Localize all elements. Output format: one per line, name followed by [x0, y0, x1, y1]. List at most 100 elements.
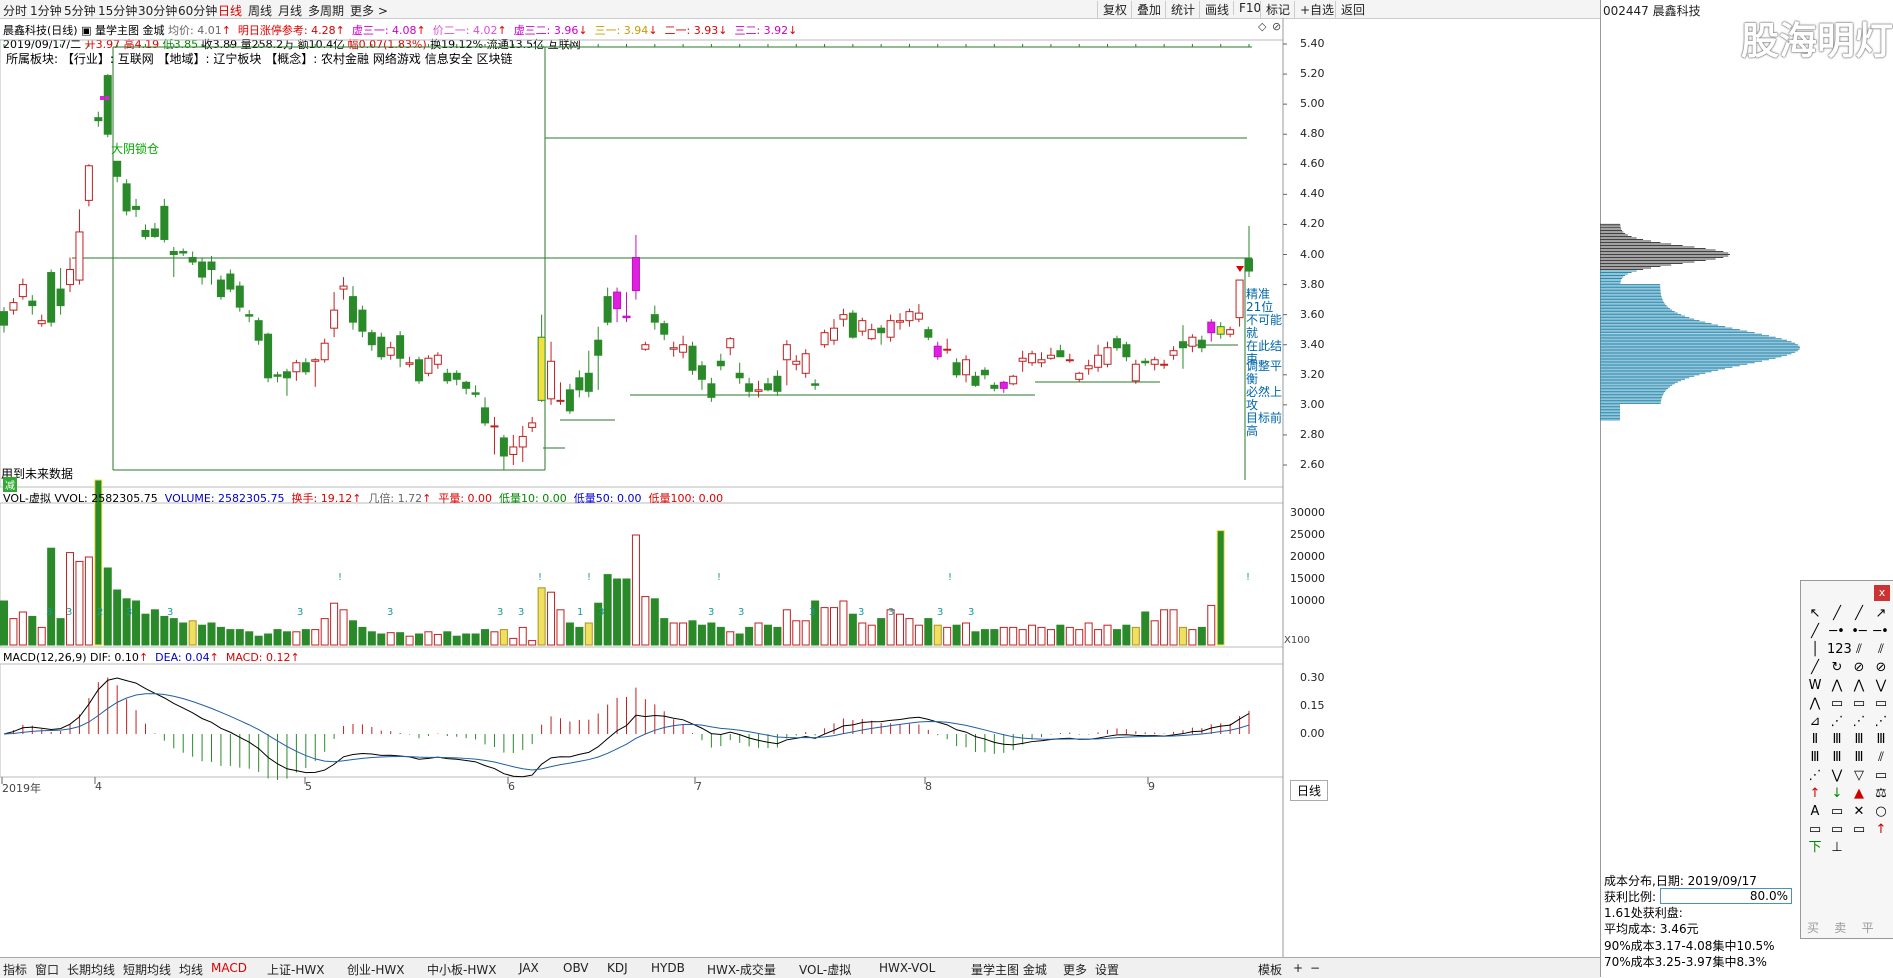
- buy-button[interactable]: 买: [1807, 921, 1819, 935]
- indicator-tab[interactable]: HWX-成交量: [707, 961, 776, 978]
- drawing-tool-icon[interactable]: ─•: [1871, 623, 1891, 641]
- candle: [1226, 329, 1235, 335]
- drawing-tool-icon[interactable]: ↑: [1871, 821, 1891, 839]
- indicator-tab[interactable]: OBV: [563, 961, 589, 975]
- template-button[interactable]: 模板: [1258, 961, 1282, 978]
- indicator-tab[interactable]: 窗口: [35, 961, 59, 978]
- drawing-tool-icon[interactable]: ╱: [1849, 605, 1869, 623]
- volume-bar: [273, 629, 282, 646]
- drawing-tool-icon[interactable]: ╱: [1805, 659, 1825, 677]
- candle: [1112, 338, 1121, 349]
- drawing-tool-icon[interactable]: ↑: [1805, 785, 1825, 803]
- drawing-tool-icon[interactable]: ⋰: [1849, 713, 1869, 731]
- indicator-tab[interactable]: MACD: [211, 961, 247, 975]
- candle: [1216, 326, 1225, 335]
- drawing-tool-icon[interactable]: ▭: [1849, 695, 1869, 713]
- drawing-tool-icon[interactable]: ○: [1871, 803, 1891, 821]
- drawing-tool-icon[interactable]: W: [1805, 677, 1825, 695]
- cost-70: 70%成本3.25-3.97集中8.3%: [1604, 955, 1767, 969]
- drawing-tool-icon[interactable]: ▭: [1827, 821, 1847, 839]
- drawing-tool-icon[interactable]: 123: [1827, 641, 1852, 659]
- drawing-tool-icon[interactable]: ↻: [1827, 659, 1847, 677]
- drawing-tool-icon[interactable]: ⊥: [1827, 839, 1847, 857]
- drawing-tool-icon[interactable]: ╱: [1827, 605, 1847, 623]
- candle: [933, 345, 942, 358]
- drawing-tool-icon[interactable]: ↖: [1805, 605, 1825, 623]
- drawing-tool-icon[interactable]: ─•: [1827, 623, 1847, 641]
- drawing-tool-icon[interactable]: ▽: [1849, 767, 1869, 785]
- indicator-tab[interactable]: 上证-HWX: [267, 961, 324, 978]
- volume-bar: [358, 626, 367, 646]
- drawing-tool-icon[interactable]: ▭: [1827, 803, 1847, 821]
- drawing-tool-icon[interactable]: Ⅲ: [1849, 749, 1869, 767]
- drawing-tool-icon[interactable]: ⋀: [1827, 677, 1847, 695]
- indicator-tab[interactable]: KDJ: [607, 961, 628, 975]
- drawing-tool-icon[interactable]: ⫽: [1871, 749, 1891, 767]
- drawing-tool-icon[interactable]: •─: [1849, 623, 1869, 641]
- drawing-tool-icon[interactable]: ⋀: [1805, 695, 1825, 713]
- price-tick-label: 3.80: [1300, 277, 1325, 291]
- indicator-tab[interactable]: HWX-VOL: [879, 961, 935, 975]
- chart-area[interactable]: 3 3 2 3 3 3! 3 3 3! 1! 3 3! 3 3 3 3 3! 3!: [0, 0, 1600, 957]
- indicator-tab[interactable]: 短期均线: [123, 961, 171, 978]
- drawing-tool-icon[interactable]: Ⅲ: [1871, 731, 1891, 749]
- volume-bar: [282, 631, 291, 646]
- toolbox-close-button[interactable]: x: [1874, 585, 1890, 601]
- drawing-tool-icon[interactable]: ▭: [1871, 767, 1891, 785]
- drawing-tool-icon[interactable]: ⋁: [1871, 677, 1891, 695]
- volume-value: VOLUME: 2582305.75: [164, 492, 285, 505]
- drawing-tool-icon[interactable]: ╱: [1805, 623, 1825, 641]
- indicator-tab[interactable]: 设置: [1095, 961, 1119, 978]
- add-pane-icon[interactable]: +: [1293, 961, 1303, 975]
- volume-bar: [254, 635, 263, 646]
- drawing-tool-icon[interactable]: Ⅲ: [1827, 731, 1847, 749]
- indicator-tab[interactable]: 长期均线: [67, 961, 115, 978]
- drawing-tool-icon[interactable]: ⊘: [1849, 659, 1869, 677]
- drawing-tool-icon[interactable]: ⚖: [1871, 785, 1891, 803]
- drawing-tool-icon[interactable]: │: [1805, 641, 1825, 659]
- price-tick-label: 3.20: [1300, 367, 1325, 381]
- period-label[interactable]: 日线: [1290, 780, 1329, 801]
- drawing-tool-icon[interactable]: 下: [1805, 839, 1825, 857]
- flat-button[interactable]: 平: [1862, 921, 1874, 935]
- indicator-tab[interactable]: HYDB: [651, 961, 685, 975]
- drawing-tool-icon[interactable]: ▭: [1827, 695, 1847, 713]
- indicator-tab[interactable]: JAX: [519, 961, 539, 975]
- drawing-tool-icon[interactable]: ⊿: [1805, 713, 1825, 731]
- drawing-tool-icon[interactable]: A: [1805, 803, 1825, 821]
- drawing-tool-icon[interactable]: ⊘: [1871, 659, 1891, 677]
- remove-pane-icon[interactable]: −: [1310, 961, 1320, 975]
- candle: [330, 309, 339, 329]
- drawing-tool-icon[interactable]: ✕: [1849, 803, 1869, 821]
- indicator-tab[interactable]: 指标: [3, 961, 27, 978]
- drawing-tool-icon[interactable]: ⋰: [1805, 767, 1825, 785]
- indicator-tab[interactable]: 均线: [179, 961, 203, 978]
- drawing-tool-icon[interactable]: ↗: [1871, 605, 1891, 623]
- drawing-tool-icon[interactable]: ▭: [1871, 695, 1891, 713]
- drawing-tool-icon[interactable]: Ⅲ: [1827, 749, 1847, 767]
- candle: [75, 231, 84, 281]
- drawing-tool-icon[interactable]: ⋰: [1827, 713, 1847, 731]
- drawing-tool-icon[interactable]: ▲: [1849, 785, 1869, 803]
- indicator-tab[interactable]: 更多: [1063, 961, 1087, 978]
- indicator-tab[interactable]: 创业-HWX: [347, 961, 404, 978]
- drawing-tool-icon[interactable]: Ⅲ: [1849, 731, 1869, 749]
- sell-button[interactable]: 卖: [1834, 921, 1846, 935]
- drawing-tool-icon[interactable]: ⋁: [1827, 767, 1847, 785]
- indicator-tab[interactable]: 量学主图 金城: [971, 961, 1047, 978]
- drawing-tool-icon[interactable]: ⫽: [1871, 641, 1891, 659]
- drawing-tool-icon[interactable]: Ⅲ: [1805, 749, 1825, 767]
- drawing-tool-icon[interactable]: Ⅱ: [1805, 731, 1825, 749]
- drawing-tool-icon[interactable]: ⋀: [1849, 677, 1869, 695]
- volume-bar: [641, 596, 650, 646]
- indicator-tab[interactable]: 中小板-HWX: [427, 961, 496, 978]
- volume-bar: [188, 620, 197, 646]
- drawing-tool-icon[interactable]: ↓: [1827, 785, 1847, 803]
- drawing-tool-icon[interactable]: ▭: [1849, 821, 1869, 839]
- indicator-tab[interactable]: VOL-虚拟: [799, 961, 851, 978]
- drawing-tool-icon[interactable]: ⋰: [1871, 713, 1891, 731]
- candle: [462, 381, 471, 389]
- candle: [1160, 363, 1169, 366]
- drawing-tool-icon[interactable]: ▭: [1805, 821, 1825, 839]
- drawing-tool-icon[interactable]: ⫽: [1849, 641, 1869, 659]
